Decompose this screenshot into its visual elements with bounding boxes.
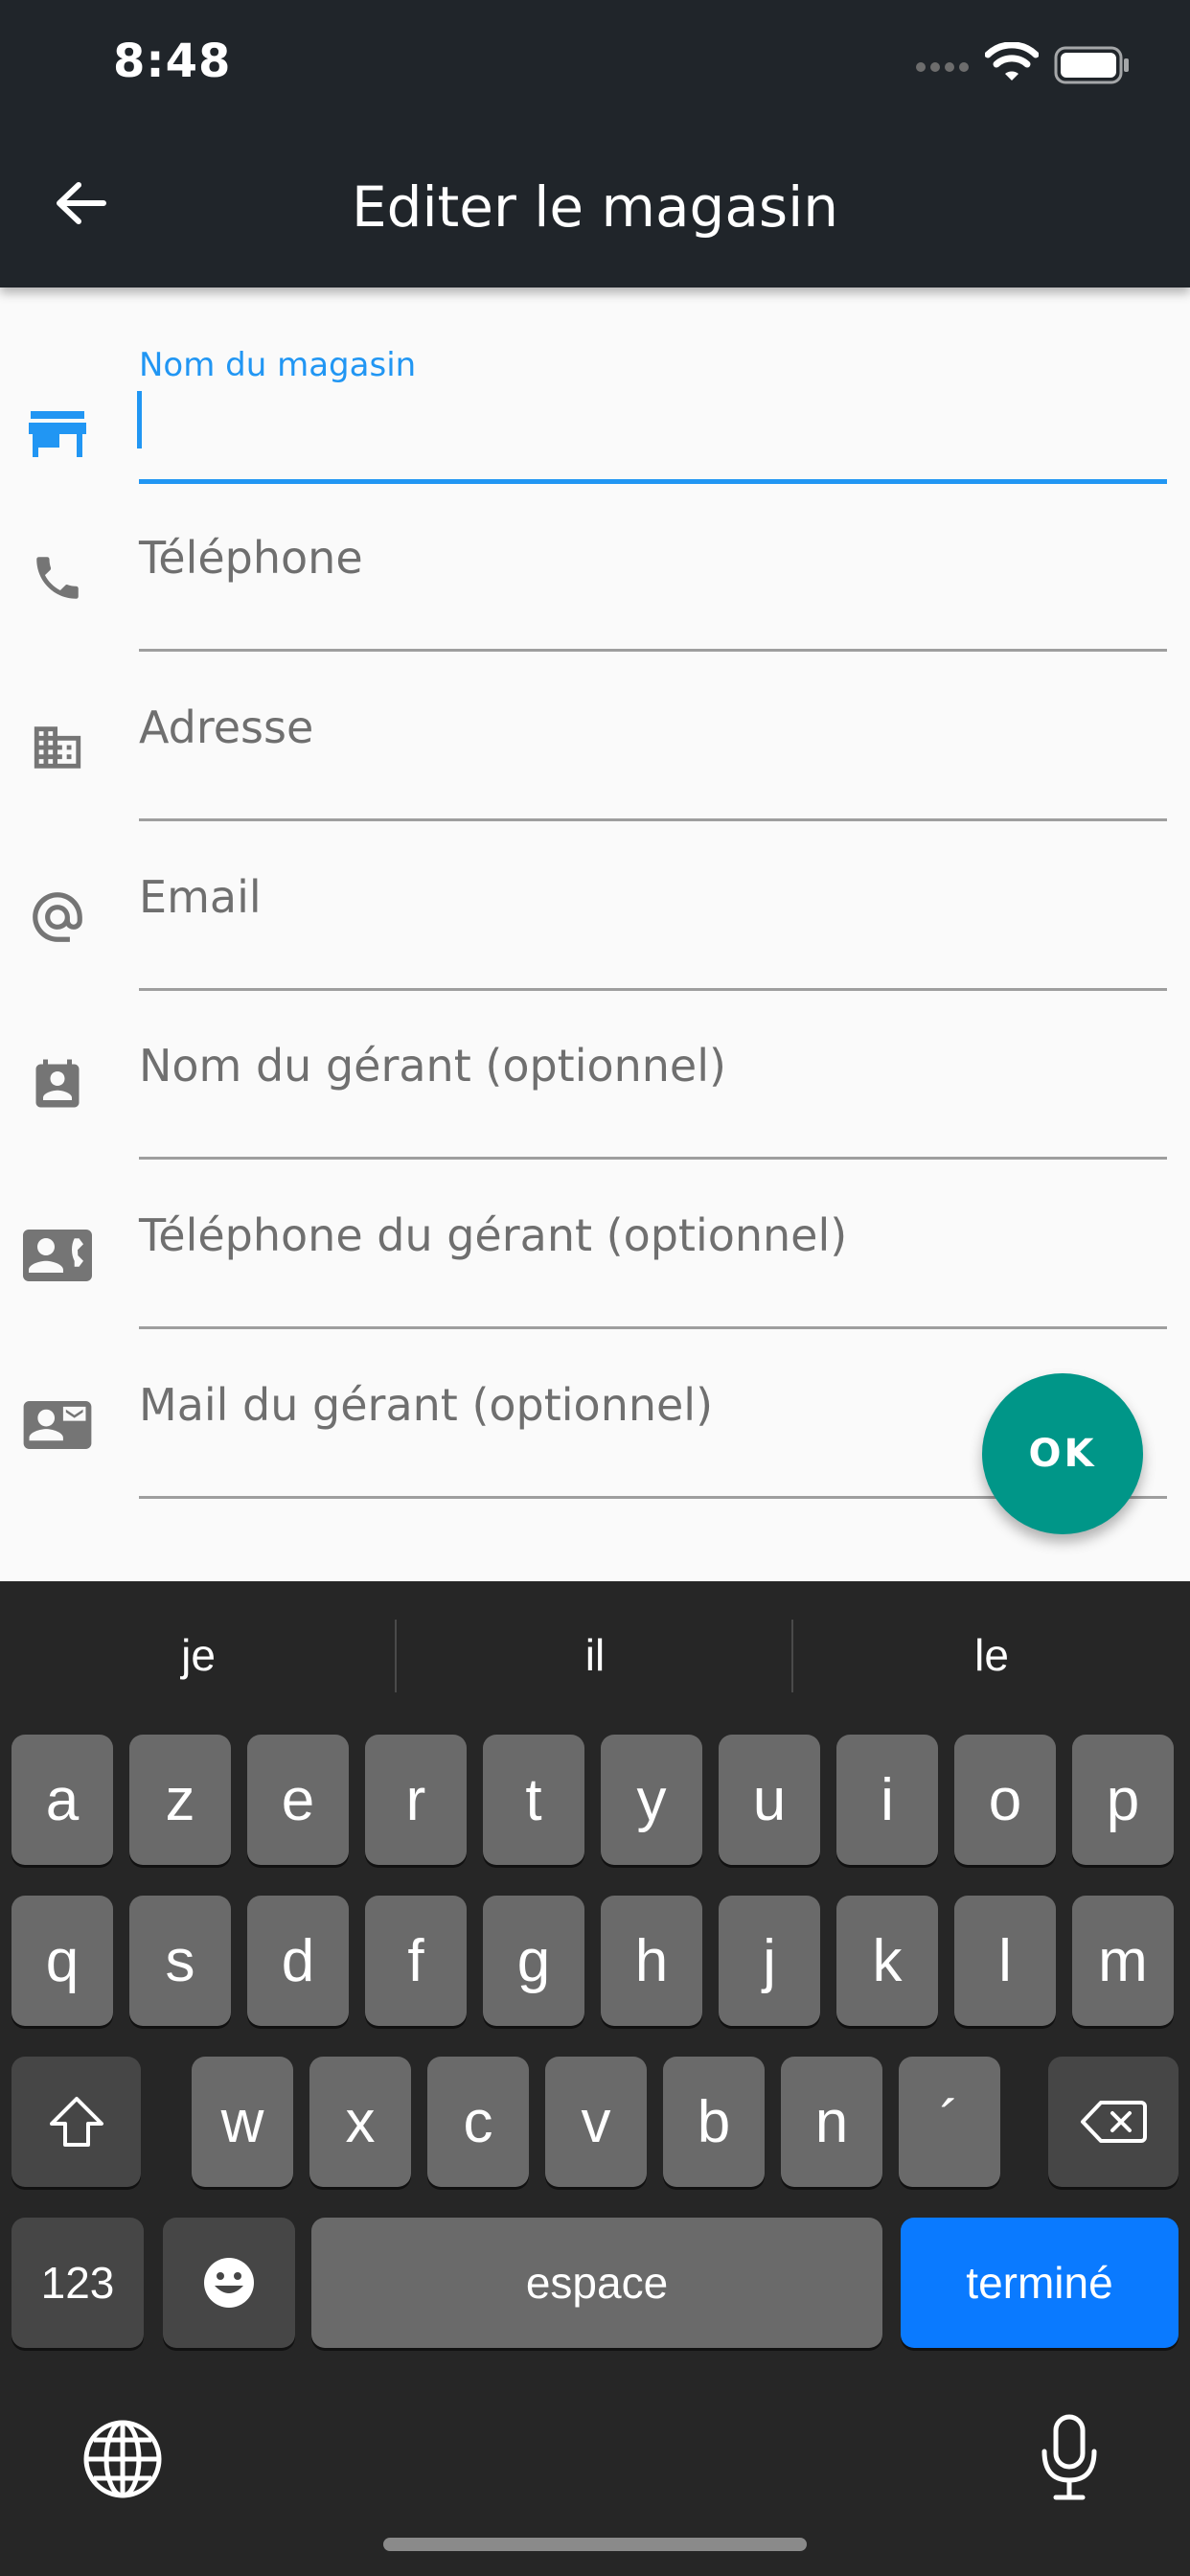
key-b[interactable]: b	[663, 2057, 765, 2187]
email-field[interactable]: Email	[0, 823, 1190, 992]
key-i[interactable]: i	[836, 1735, 938, 1865]
key-u[interactable]: u	[719, 1735, 820, 1865]
manager-mail-label: Mail du gérant (optionnel)	[139, 1379, 714, 1431]
suggestion-1[interactable]: je	[0, 1629, 397, 1681]
numbers-key[interactable]: 123	[11, 2218, 144, 2348]
contact-calendar-icon	[19, 1047, 96, 1124]
store-icon	[19, 396, 96, 472]
home-indicator[interactable]	[383, 2538, 807, 2551]
at-sign-icon	[19, 879, 96, 955]
ok-button[interactable]: OK	[982, 1373, 1143, 1534]
key-e[interactable]: e	[247, 1735, 349, 1865]
key-l[interactable]: l	[954, 1896, 1056, 2026]
key-d[interactable]: d	[247, 1896, 349, 2026]
shift-key[interactable]	[11, 2057, 141, 2187]
signal-icon	[916, 62, 969, 72]
shift-icon	[49, 2097, 103, 2147]
globe-icon[interactable]	[80, 2417, 165, 2501]
wifi-icon	[985, 42, 1039, 80]
key-acute-accent[interactable]: ´	[899, 2057, 1000, 2187]
emoji-key[interactable]	[163, 2218, 295, 2348]
email-label: Email	[139, 871, 262, 923]
key-n[interactable]: n	[781, 2057, 882, 2187]
key-a[interactable]: a	[11, 1735, 113, 1865]
business-icon	[19, 709, 96, 786]
key-j[interactable]: j	[719, 1896, 820, 2026]
phone-label: Téléphone	[139, 532, 363, 584]
phone-icon	[19, 540, 96, 616]
emoji-icon	[204, 2258, 254, 2308]
manager-name-underline	[139, 1157, 1167, 1160]
address-underline	[139, 818, 1167, 821]
key-z[interactable]: z	[129, 1735, 231, 1865]
key-t[interactable]: t	[483, 1735, 584, 1865]
page-title: Editer le magasin	[351, 174, 838, 240]
phone-underline	[139, 649, 1167, 652]
backspace-icon	[1081, 2101, 1147, 2143]
suggestion-2[interactable]: il	[397, 1629, 793, 1681]
key-w[interactable]: w	[192, 2057, 293, 2187]
address-label: Adresse	[139, 702, 314, 753]
manager-name-field[interactable]: Nom du gérant (optionnel)	[0, 992, 1190, 1161]
backspace-key[interactable]	[1048, 2057, 1179, 2187]
key-c[interactable]: c	[427, 2057, 529, 2187]
space-key[interactable]: espace	[311, 2218, 882, 2348]
key-h[interactable]: h	[601, 1896, 702, 2026]
done-key[interactable]: terminé	[901, 2218, 1179, 2348]
microphone-icon[interactable]	[1039, 2413, 1100, 2501]
manager-phone-label: Téléphone du gérant (optionnel)	[139, 1209, 848, 1261]
manager-phone-underline	[139, 1326, 1167, 1329]
store-name-label: Nom du magasin	[139, 346, 417, 384]
key-v[interactable]: v	[545, 2057, 647, 2187]
key-q[interactable]: q	[11, 1896, 113, 2026]
contact-phone-icon	[19, 1217, 96, 1294]
app-bar: 8:48 Editer le magasin	[0, 0, 1190, 288]
key-k[interactable]: k	[836, 1896, 938, 2026]
key-p[interactable]: p	[1072, 1735, 1174, 1865]
key-g[interactable]: g	[483, 1896, 584, 2026]
suggestion-3[interactable]: le	[793, 1629, 1190, 1681]
key-m[interactable]: m	[1072, 1896, 1174, 2026]
key-s[interactable]: s	[129, 1896, 231, 2026]
manager-name-label: Nom du gérant (optionnel)	[139, 1040, 726, 1092]
address-field[interactable]: Adresse	[0, 654, 1190, 822]
email-underline	[139, 988, 1167, 991]
key-r[interactable]: r	[365, 1735, 467, 1865]
manager-phone-field[interactable]: Téléphone du gérant (optionnel)	[0, 1162, 1190, 1330]
battery-icon	[1054, 46, 1129, 84]
key-o[interactable]: o	[954, 1735, 1056, 1865]
key-y[interactable]: y	[601, 1735, 702, 1865]
key-f[interactable]: f	[365, 1896, 467, 2026]
contact-mail-icon	[19, 1387, 96, 1463]
phone-field[interactable]: Téléphone	[0, 484, 1190, 653]
key-x[interactable]: x	[309, 2057, 411, 2187]
text-cursor	[137, 391, 142, 448]
status-time: 8:48	[113, 34, 232, 88]
